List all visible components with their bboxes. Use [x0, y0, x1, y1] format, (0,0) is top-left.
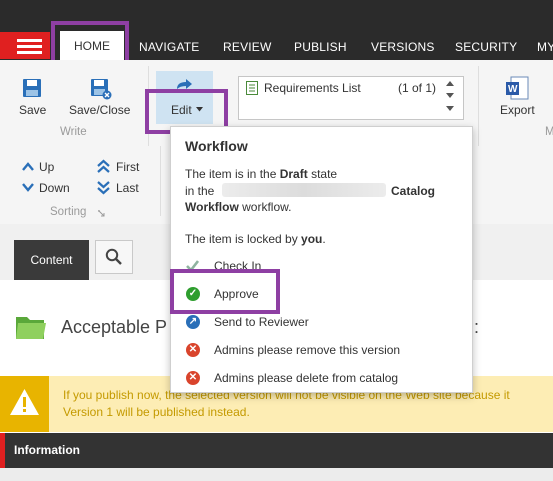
up-button[interactable]: Up: [39, 160, 54, 174]
requirements-count: (1 of 1): [398, 81, 437, 95]
tab-navigate[interactable]: NAVIGATE: [139, 40, 200, 54]
x-circle-icon: ✕: [186, 371, 200, 385]
tab-versions[interactable]: VERSIONS: [371, 40, 435, 54]
last-button[interactable]: Last: [116, 181, 139, 195]
approve-highlight: [170, 269, 280, 314]
send-circle-icon: ↗: [186, 315, 200, 329]
dialog-launcher-icon[interactable]: [98, 210, 105, 217]
information-title: Information: [14, 443, 80, 457]
bottom-strip: [0, 468, 553, 481]
requirements-list-label: Requirements List: [264, 81, 361, 95]
tab-my[interactable]: MY: [537, 40, 553, 54]
ribbon-separator: [478, 66, 479, 146]
menu-item-send-to-reviewer[interactable]: ↗ Send to Reviewer: [176, 312, 466, 332]
sorting-group-label: Sorting: [50, 206, 87, 218]
menu-item-delete-from-catalog[interactable]: ✕ Admins please delete from catalog: [176, 368, 466, 388]
window-top-strip: [0, 0, 553, 12]
locked-by-text: The item is locked by you.: [185, 232, 326, 246]
redacted-workflow-name: [222, 183, 386, 197]
list-scroll-arrows-icon[interactable]: [446, 81, 454, 111]
word-export-icon[interactable]: W: [505, 76, 529, 102]
write-group-label: Write: [60, 126, 87, 138]
ribbon-separator: [160, 146, 161, 216]
chevron-up-icon[interactable]: [22, 162, 34, 171]
information-bar-accent: [0, 433, 5, 468]
save-button[interactable]: Save: [19, 103, 46, 117]
first-button[interactable]: First: [116, 160, 139, 174]
double-chevron-up-icon[interactable]: [97, 159, 110, 174]
content-tab[interactable]: Content: [14, 240, 89, 280]
menu-item-remove-version[interactable]: ✕ Admins please remove this version: [176, 340, 466, 360]
tab-review[interactable]: REVIEW: [223, 40, 272, 54]
export-button[interactable]: Export: [500, 103, 535, 117]
information-bar[interactable]: [0, 433, 553, 468]
save-close-icon[interactable]: [90, 78, 112, 100]
workflow-name-line2: Workflow workflow.: [185, 200, 292, 214]
workflow-title: Workflow: [185, 138, 248, 154]
tab-security[interactable]: SECURITY: [455, 40, 517, 54]
tab-publish[interactable]: PUBLISH: [294, 40, 347, 54]
workflow-name-part1: Catalog: [391, 184, 436, 198]
chevron-down-icon[interactable]: [22, 183, 34, 192]
workflow-in-label: in the: [185, 184, 215, 198]
hamburger-menu-icon[interactable]: [0, 32, 50, 59]
folder-icon: [16, 317, 46, 339]
down-button[interactable]: Down: [39, 181, 70, 195]
home-tab-highlight: [51, 21, 129, 65]
svg-text:W: W: [508, 84, 518, 95]
item-title: Acceptable P: [61, 317, 168, 337]
search-icon: [105, 248, 122, 265]
warning-text-line2: Version 1 will be published instead.: [63, 405, 250, 419]
workflow-state-text: The item is in the Draft state: [185, 167, 338, 181]
save-close-button[interactable]: Save/Close: [69, 103, 130, 117]
document-icon: [246, 81, 258, 95]
x-circle-icon: ✕: [186, 343, 200, 357]
group-label-partial: M: [545, 126, 553, 138]
double-chevron-down-icon[interactable]: [97, 180, 110, 195]
warning-icon: [10, 389, 39, 415]
save-icon[interactable]: [22, 78, 42, 98]
